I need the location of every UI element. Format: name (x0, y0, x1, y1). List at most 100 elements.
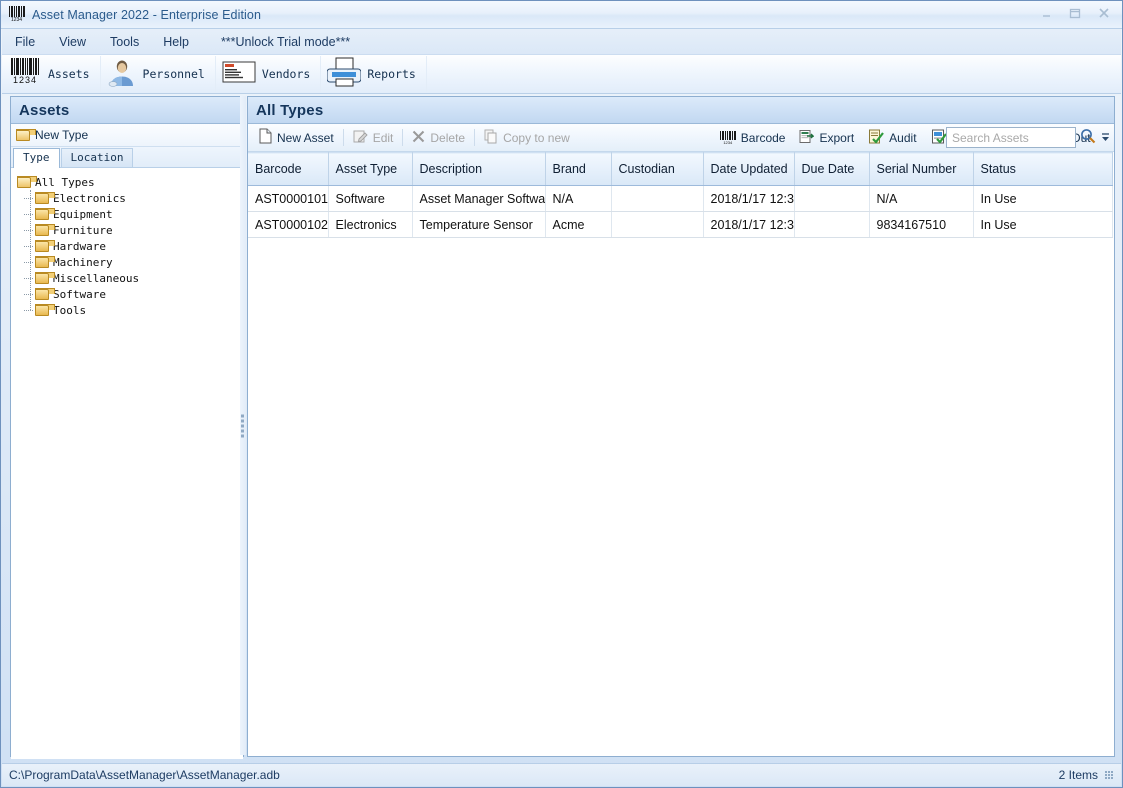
cell-asset-type: Electronics (328, 211, 413, 238)
maximize-icon[interactable] (1061, 3, 1089, 23)
export-icon (799, 129, 816, 147)
column-header-custodian[interactable]: Custodian (611, 152, 704, 186)
close-icon[interactable] (1090, 3, 1118, 23)
nav-label-vendors: Vendors (261, 67, 311, 81)
tree-label-all-types: All Types (35, 175, 95, 189)
column-header-date-updated[interactable]: Date Updated (703, 152, 795, 186)
assets-table: Barcode Asset Type Description Brand Cus… (248, 152, 1113, 238)
menu-item-tools[interactable]: Tools (99, 32, 150, 52)
nav-label-assets: Assets (48, 67, 90, 81)
menu-bar: File View Tools Help ***Unlock Trial mod… (2, 29, 1121, 55)
cell-custodian (611, 185, 704, 212)
sidebar-tab-location[interactable]: Location (60, 148, 134, 167)
export-label: Export (819, 130, 855, 145)
table-header-row: Barcode Asset Type Description Brand Cus… (248, 152, 1113, 186)
menu-item-unlock-trial[interactable]: ***Unlock Trial mode*** (210, 32, 361, 52)
search-input-wrapper[interactable] (946, 127, 1076, 148)
export-button[interactable]: Export (792, 125, 861, 150)
assets-barcode-number: 1234 (12, 74, 38, 85)
new-type-label: New Type (35, 128, 89, 142)
new-type-button[interactable]: New Type (11, 124, 243, 147)
edit-button[interactable]: Edit (346, 125, 401, 150)
cell-barcode: AST0000101 (248, 185, 329, 212)
audit-button[interactable]: Audit (861, 125, 923, 150)
copy-to-new-button[interactable]: Copy to new (477, 125, 577, 150)
cell-description: Temperature Sensor (412, 211, 546, 238)
edit-label: Edit (372, 130, 394, 145)
resize-grip-icon[interactable] (1105, 771, 1113, 779)
main-header: All Types (248, 97, 1114, 124)
tree-node-equipment[interactable]: Equipment (24, 206, 243, 222)
new-folder-icon (16, 129, 36, 141)
sidebar-tab-type[interactable]: Type (13, 148, 60, 168)
main-navigation-bar: 1234 Assets Personnel Vendors Reports (2, 55, 1121, 94)
folder-icon (35, 192, 55, 204)
column-header-brand[interactable]: Brand (545, 152, 612, 186)
cell-date-updated: 2018/1/17 12:32 (703, 185, 795, 212)
cell-status: In Use (973, 211, 1113, 238)
panel-splitter[interactable] (240, 96, 246, 755)
column-header-barcode[interactable]: Barcode (248, 152, 329, 186)
menu-item-file[interactable]: File (4, 32, 46, 52)
sidebar-title: Assets (19, 101, 70, 119)
tree-node-furniture[interactable]: Furniture (24, 222, 243, 238)
new-document-icon (259, 128, 272, 147)
barcode-button[interactable]: 1234 Barcode (713, 125, 793, 150)
app-icon-barcode-number: 1234 (10, 17, 23, 23)
delete-label: Delete (430, 130, 466, 145)
search-icon[interactable] (1080, 128, 1096, 149)
edit-pencil-icon (353, 129, 368, 147)
tree-label-miscellaneous: Miscellaneous (53, 271, 140, 285)
column-header-asset-type[interactable]: Asset Type (328, 152, 413, 186)
cell-serial-number: N/A (869, 185, 974, 212)
status-database-path: C:\ProgramData\AssetManager\AssetManager… (9, 768, 280, 782)
table-row[interactable]: AST0000101 Software Asset Manager Softwa… (248, 185, 1113, 212)
minimize-icon[interactable] (1032, 3, 1060, 23)
nav-button-personnel[interactable]: Personnel (101, 56, 216, 92)
tree-label-equipment: Equipment (53, 207, 113, 221)
copy-icon (484, 129, 498, 147)
column-header-serial-number[interactable]: Serial Number (869, 152, 974, 186)
title-bar: 1234 Asset Manager 2022 - Enterprise Edi… (1, 1, 1122, 29)
tree-node-software[interactable]: Software (24, 286, 243, 302)
tree-node-electronics[interactable]: Electronics (24, 190, 243, 206)
cell-serial-number: 9834167510 (869, 211, 974, 238)
column-header-due-date[interactable]: Due Date (794, 152, 870, 186)
nav-button-assets[interactable]: 1234 Assets (2, 56, 101, 92)
splitter-grip-icon (241, 414, 244, 437)
assets-sidebar-panel: Assets New Type Type Location All Types (10, 96, 244, 759)
cell-date-updated: 2018/1/17 12:36 (703, 211, 795, 238)
window-title: Asset Manager 2022 - Enterprise Edition (32, 7, 262, 22)
asset-type-tree: All Types Electronics Equipment Furnitur… (11, 168, 243, 759)
tree-node-tools[interactable]: Tools (24, 302, 243, 318)
cell-asset-type: Software (328, 185, 413, 212)
assets-main-panel: All Types New Asset Edit Delete Copy to … (247, 96, 1115, 757)
app-barcode-icon: 1234 (8, 6, 25, 23)
chevron-down-icon[interactable] (1101, 131, 1110, 144)
nav-button-vendors[interactable]: Vendors (216, 56, 322, 92)
folder-icon (35, 224, 55, 236)
sidebar-tabs: Type Location (11, 147, 243, 168)
assets-toolbar: New Asset Edit Delete Copy to new 1234 B… (248, 124, 1114, 152)
tree-node-hardware[interactable]: Hardware (24, 238, 243, 254)
delete-button[interactable]: Delete (405, 125, 472, 150)
status-item-count: 2 Items (1058, 768, 1098, 782)
nav-button-reports[interactable]: Reports (321, 56, 427, 92)
menu-item-view[interactable]: View (48, 32, 97, 52)
tree-node-all-types[interactable]: All Types (17, 174, 243, 190)
menu-item-help[interactable]: Help (152, 32, 200, 52)
new-asset-button[interactable]: New Asset (252, 125, 341, 150)
application-window: 1234 Asset Manager 2022 - Enterprise Edi… (0, 0, 1123, 788)
window-controls (1032, 3, 1118, 23)
table-row[interactable]: AST0000102 Electronics Temperature Senso… (248, 211, 1113, 238)
tree-node-machinery[interactable]: Machinery (24, 254, 243, 270)
open-folder-icon (17, 176, 37, 188)
tree-node-miscellaneous[interactable]: Miscellaneous (24, 270, 243, 286)
search-input[interactable] (947, 130, 1075, 145)
column-header-status[interactable]: Status (973, 152, 1113, 186)
nav-label-personnel: Personnel (142, 67, 205, 81)
delete-x-icon (412, 130, 425, 146)
cell-custodian (611, 211, 704, 238)
column-header-description[interactable]: Description (412, 152, 546, 186)
folder-icon (35, 272, 55, 284)
